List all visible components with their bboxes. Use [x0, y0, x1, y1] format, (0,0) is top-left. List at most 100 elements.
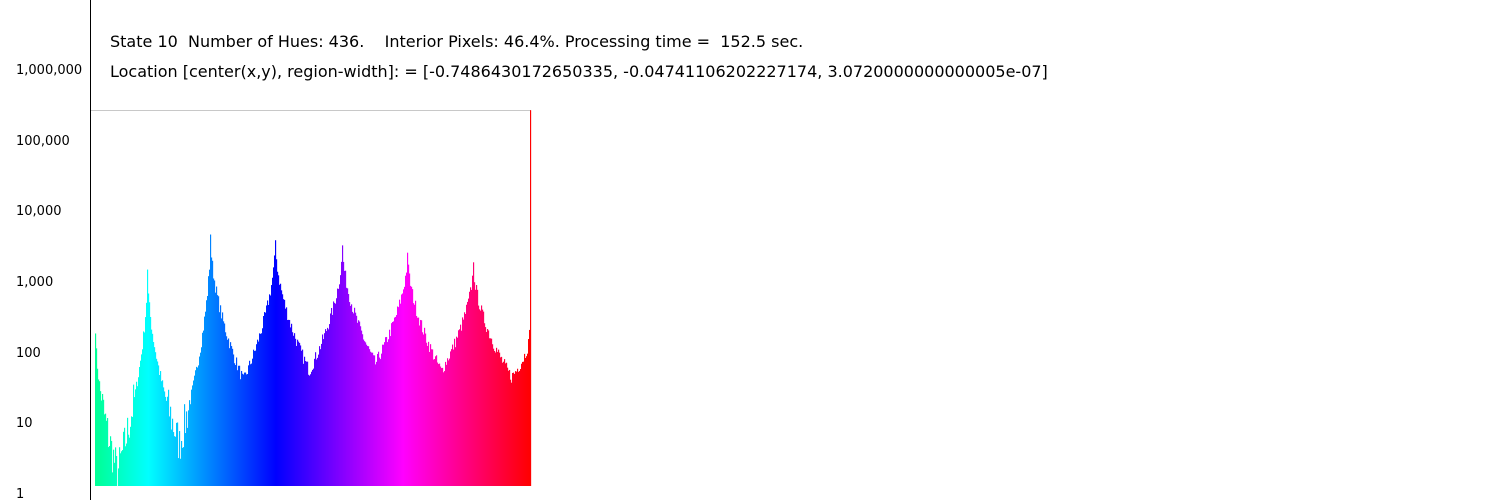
histogram-bar [235, 365, 237, 486]
histogram-bar [189, 400, 191, 486]
histogram-bar [151, 329, 153, 486]
histogram-bar [261, 333, 263, 486]
histogram-bar [315, 352, 317, 486]
histogram-bar [417, 317, 419, 486]
histogram-bar [185, 433, 187, 486]
histogram-bar [368, 346, 370, 486]
histogram-bar [341, 261, 343, 486]
histogram-bar [194, 375, 196, 486]
histogram-bar [139, 366, 141, 486]
histogram-bar [457, 337, 459, 486]
histogram-bar [187, 427, 189, 486]
histogram-bar [349, 302, 351, 486]
histogram-bar [411, 286, 413, 486]
histogram-bar [453, 349, 455, 486]
histogram-bar [263, 316, 265, 486]
histogram-bar [335, 303, 337, 486]
histogram-bar [245, 372, 247, 486]
histogram-bar [278, 275, 280, 486]
histogram-bar [183, 447, 185, 486]
histogram-bar [118, 468, 120, 486]
histogram-bar [260, 333, 262, 486]
histogram-bar [230, 342, 232, 486]
histogram-bar [348, 294, 350, 486]
histogram-bar [433, 359, 435, 486]
histogram-bar [356, 315, 358, 486]
histogram-bar [485, 327, 487, 486]
histogram-bar [361, 330, 363, 486]
histogram-bar [271, 285, 273, 486]
histogram-bar [145, 317, 147, 486]
histogram-bar [408, 264, 410, 486]
histogram-bar [440, 366, 442, 486]
histogram-bar [391, 323, 393, 486]
histogram-bar [345, 270, 347, 486]
histogram-bar [161, 381, 163, 486]
histogram-bar [497, 351, 499, 486]
histogram-bar [360, 326, 362, 486]
histogram-bar [275, 240, 277, 486]
histogram-bar [291, 323, 293, 486]
histogram-bar [272, 277, 274, 486]
histogram-bar [329, 324, 331, 486]
histogram-bar [313, 368, 315, 486]
histogram-bar [515, 371, 517, 486]
histogram-bar [377, 353, 379, 486]
histogram-bar [201, 347, 203, 486]
histogram-bar [477, 289, 479, 486]
histogram-bar [221, 318, 223, 486]
histogram-bar [137, 386, 139, 486]
histogram-bar [240, 379, 242, 486]
histogram-bar [471, 289, 473, 486]
histogram-bar [146, 302, 148, 486]
histogram-bar [270, 295, 272, 486]
histogram-bar [385, 337, 387, 486]
histogram-bar [203, 330, 205, 486]
histogram-bar [437, 362, 439, 486]
histogram-bar [210, 234, 212, 486]
histogram-bar [239, 365, 241, 486]
histogram-bar [509, 369, 511, 486]
histogram-bar [334, 302, 336, 486]
histogram-bar [369, 349, 371, 486]
histogram-bar [233, 354, 235, 486]
histogram-bar [208, 276, 210, 486]
histogram-bar [257, 339, 259, 486]
histogram-bar [156, 358, 158, 486]
histogram-bar [372, 352, 374, 486]
histogram-bar [479, 309, 481, 486]
histogram-bar [481, 305, 483, 486]
histogram-bar [468, 298, 470, 486]
histogram-bar [273, 267, 275, 486]
histogram-bar [366, 344, 368, 486]
histogram-bar [184, 404, 186, 486]
histogram-bar [490, 338, 492, 486]
histogram-bar [217, 295, 219, 486]
histogram-bar [358, 320, 360, 486]
histogram-bar [382, 344, 384, 486]
histogram-bar [482, 309, 484, 486]
histogram-bar [502, 362, 504, 486]
histogram-bar [125, 446, 127, 486]
histogram-bar [501, 356, 503, 486]
histogram-bar [171, 429, 173, 486]
histogram-bar [448, 360, 450, 486]
histogram-bar [340, 275, 342, 486]
histogram-bar [521, 363, 523, 486]
histogram-bar [268, 304, 270, 486]
histogram-bar [305, 361, 307, 486]
histogram-bar [170, 406, 172, 486]
histogram-bar [318, 354, 320, 486]
histogram-bar [262, 328, 264, 486]
histogram-bar [526, 356, 528, 486]
histogram-bar [514, 373, 516, 486]
hue-histogram [95, 110, 532, 487]
histogram-bar [219, 312, 221, 486]
histogram-bar [520, 369, 522, 486]
histogram-bar [116, 456, 118, 486]
histogram-bar [211, 257, 213, 486]
histogram-bar [459, 329, 461, 486]
histogram-bar [331, 307, 333, 486]
histogram-bar [474, 282, 476, 486]
histogram-bar [422, 332, 424, 486]
